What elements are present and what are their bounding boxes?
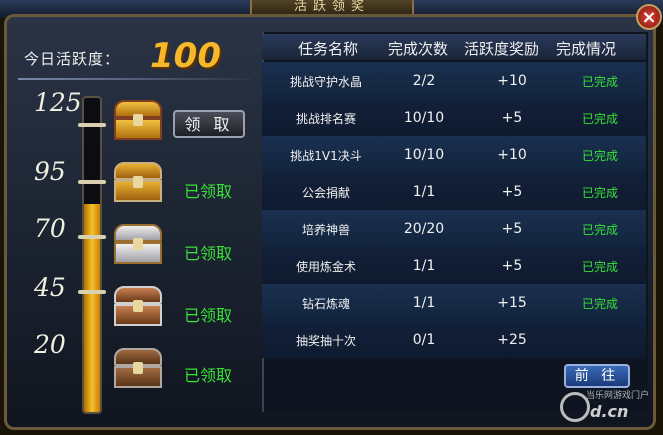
cell-name: 抽奖抽十次	[295, 334, 357, 348]
tick-20: 20	[34, 330, 66, 359]
activity-progress-bar	[82, 96, 102, 414]
tick-45: 45	[34, 273, 66, 302]
cell-name: 挑战排名赛	[295, 112, 357, 126]
progress-marker-45	[78, 235, 106, 239]
cell-reward: +5	[501, 221, 523, 237]
cell-status: 已完成	[581, 149, 619, 163]
cell-count: 0/1	[412, 332, 436, 348]
wooden-chest-icon	[112, 346, 164, 390]
golden-ornate-chest-icon	[112, 98, 164, 142]
cell-status: 已完成	[581, 260, 619, 274]
header-task-name: 任务名称	[298, 40, 359, 58]
cell-reward: +10	[497, 147, 527, 163]
close-button[interactable]: ×	[636, 4, 662, 30]
header-completion-count: 完成次数	[388, 40, 449, 58]
tick-95: 95	[34, 157, 66, 186]
cell-status: 已完成	[581, 297, 619, 311]
cell-count: 10/10	[403, 147, 445, 163]
gold-chest-icon	[112, 160, 164, 204]
progress-marker-70	[78, 180, 106, 184]
watermark-text: 当乐网游戏门户	[586, 391, 650, 401]
cell-name: 挑战1V1决斗	[290, 149, 362, 163]
cell-status: 已完成	[581, 223, 619, 237]
cell-name: 公会捐献	[301, 186, 351, 200]
cell-name: 使用炼金术	[295, 260, 357, 274]
cell-name: 钻石炼魂	[301, 297, 351, 311]
cell-name: 培养神兽	[301, 223, 351, 237]
cell-count: 1/1	[412, 258, 436, 274]
activity-value: 100	[150, 36, 221, 76]
cell-name: 挑战守护水晶	[289, 75, 363, 89]
cell-count: 2/2	[412, 73, 436, 89]
reward-claimed-45: 已领取	[184, 306, 233, 325]
progress-marker-20	[78, 290, 106, 294]
cell-count: 1/1	[412, 295, 436, 311]
header-completion-status: 完成情况	[556, 40, 617, 58]
cell-status: 已完成	[581, 112, 619, 126]
activity-label: 今日活跃度：	[24, 50, 121, 68]
divider	[18, 78, 252, 80]
reward-claimed-95: 已领取	[184, 182, 233, 201]
silver-chest-icon	[112, 222, 164, 266]
cell-count: 1/1	[412, 184, 436, 200]
cell-status: 已完成	[581, 75, 619, 89]
claim-reward-button[interactable]: 领 取	[173, 110, 245, 138]
cell-status: 已完成	[581, 186, 619, 200]
bronze-chest-icon	[112, 284, 164, 328]
cell-reward: +25	[497, 332, 527, 348]
cell-count: 20/20	[403, 221, 445, 237]
reward-claimed-20: 已领取	[184, 366, 233, 385]
progress-marker-95	[78, 123, 106, 127]
cell-reward: +10	[497, 73, 527, 89]
cell-reward: +5	[501, 184, 523, 200]
reward-claimed-70: 已领取	[184, 244, 233, 263]
tick-70: 70	[34, 214, 66, 243]
cell-reward: +5	[501, 258, 523, 274]
watermark-url: d.cn	[590, 402, 629, 421]
cell-reward: +15	[497, 295, 527, 311]
tick-125: 125	[34, 88, 82, 117]
cell-count: 10/10	[403, 110, 445, 126]
header-activity-reward: 活跃度奖励	[464, 40, 540, 58]
watermark: 当乐网游戏门户 d.cn	[560, 384, 660, 430]
cell-reward: +5	[501, 110, 523, 126]
